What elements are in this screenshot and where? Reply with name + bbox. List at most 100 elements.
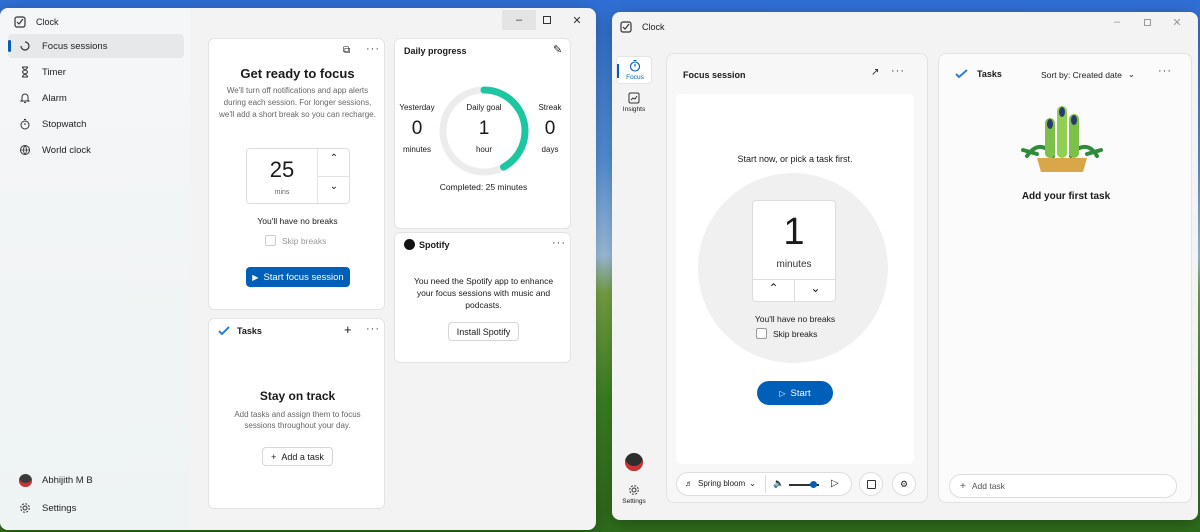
goal-value: 1 (478, 118, 490, 139)
close-icon: ✕ (1172, 16, 1182, 29)
account-button[interactable]: Abhijith M B (8, 468, 184, 492)
daily-progress-card: Daily progress ✎ Yesterday 0 minutes Dai… (394, 38, 571, 229)
window-title: Clock (642, 22, 665, 32)
close-button[interactable]: ✕ (560, 10, 594, 30)
more-options-icon[interactable]: ··· (552, 237, 566, 249)
play-icon: ▷ (779, 388, 786, 398)
gear-icon (18, 501, 32, 515)
spotify-icon (404, 239, 415, 250)
sliders-icon: ⚙ (899, 478, 909, 489)
goal-unit: hour (475, 145, 492, 154)
minimize-icon: – (1113, 16, 1121, 28)
start-button[interactable]: ▷ Start (757, 381, 833, 405)
streak-unit: days (541, 145, 559, 154)
sidebar-item-world-clock[interactable]: World clock (8, 138, 184, 162)
sidebar-item-focus-sessions[interactable]: Focus sessions (8, 34, 184, 58)
nav-label: Focus sessions (42, 40, 108, 52)
rail-item-insights[interactable]: Insights (616, 89, 652, 117)
increase-button[interactable]: ⌃ (318, 153, 350, 164)
more-options-icon[interactable]: ··· (1158, 65, 1172, 77)
focus-session-panel: Focus session ↗ ··· Start now, or pick a… (666, 53, 928, 503)
settings-button[interactable]: ⚙ (892, 472, 916, 496)
plus-icon: + (960, 480, 966, 492)
checkbox[interactable] (265, 235, 276, 246)
maximize-button[interactable] (530, 10, 564, 30)
sidebar-item-timer[interactable]: Timer (8, 60, 184, 84)
add-icon[interactable]: + (344, 322, 352, 337)
tasks-message: Add tasks and assign them to focus sessi… (234, 410, 361, 430)
title-bar: Clock (14, 16, 59, 28)
image-button[interactable] (859, 472, 883, 496)
sidebar-item-stopwatch[interactable]: Stopwatch (8, 112, 184, 136)
music-note-icon: ♬ (685, 479, 693, 488)
volume-thumb[interactable] (810, 481, 817, 488)
rail-label: Focus (626, 74, 644, 81)
nav-label: World clock (42, 144, 91, 156)
tasks-header: Tasks (955, 69, 1002, 79)
add-task-button[interactable]: + Add a task (262, 447, 333, 466)
rail-item-focus[interactable]: Focus (616, 56, 652, 84)
tasks-card: Tasks + ··· Stay on track Add tasks and … (208, 318, 385, 509)
yesterday-unit: minutes (402, 145, 431, 154)
rail-item-settings[interactable]: Settings (616, 483, 652, 511)
popout-icon[interactable]: ↗ (871, 67, 879, 78)
skip-breaks-label: Skip breaks (282, 235, 327, 246)
more-options-icon[interactable]: ··· (366, 323, 380, 335)
nav-label: Stopwatch (42, 118, 87, 130)
maximize-button[interactable] (1130, 12, 1164, 32)
edit-icon[interactable]: ✎ (553, 43, 562, 56)
minutes-stepper[interactable]: 25 mins ⌃ ⌄ (246, 148, 350, 204)
bell-icon (18, 91, 32, 105)
settings-button[interactable]: Settings (8, 496, 184, 520)
focus-description: We'll turn off notifications and app ale… (219, 86, 376, 119)
sort-dropdown[interactable]: Sort by: Created date ⌄ (1041, 69, 1135, 80)
rail-label: Settings (622, 498, 646, 505)
progress-title: Daily progress (404, 46, 467, 56)
skip-breaks-checkbox[interactable]: Skip breaks (756, 328, 817, 339)
settings-label: Settings (42, 502, 77, 514)
sidebar: Clock Focus sessions Timer Alarm Stopwat… (0, 8, 190, 530)
window-title: Clock (36, 17, 59, 27)
minimize-button[interactable]: – (1100, 12, 1134, 32)
avatar[interactable] (625, 453, 643, 471)
more-options-icon[interactable]: ··· (366, 43, 380, 55)
maximize-icon (543, 16, 551, 24)
start-focus-session-button[interactable]: ▶ Start focus session (246, 267, 350, 287)
nav-label: Alarm (42, 92, 67, 104)
focus-setup-card: ⧉ ··· Get ready to focus We'll turn off … (208, 38, 385, 310)
chevron-up-icon: ⌃ (329, 153, 339, 164)
yesterday-value: 0 (411, 118, 423, 139)
streak-label: Streak (538, 103, 562, 112)
todo-icon (955, 69, 968, 79)
maximize-icon (1143, 18, 1151, 26)
focus-prompt: Start now, or pick a task first. (737, 154, 853, 164)
more-options-icon[interactable]: ··· (891, 65, 905, 77)
close-button[interactable]: ✕ (1160, 12, 1194, 32)
minutes-unit: minutes (776, 259, 812, 270)
decrease-button[interactable]: ⌄ (795, 281, 836, 295)
sidebar-item-alarm[interactable]: Alarm (8, 86, 184, 110)
sound-selector[interactable]: ♬ Spring bloom ⌄ (685, 479, 756, 488)
play-icon[interactable]: ▷ (831, 478, 839, 489)
minutes-value: 25 (269, 157, 295, 182)
checkbox[interactable] (756, 328, 767, 339)
minutes-stepper[interactable]: 1 minutes ⌃ ⌄ (752, 200, 836, 302)
decrease-button[interactable]: ⌄ (318, 181, 350, 192)
sound-label: Spring bloom (698, 479, 746, 488)
increase-button[interactable]: ⌃ (753, 281, 794, 295)
popout-icon[interactable]: ⧉ (343, 45, 350, 56)
minutes-unit: mins (274, 189, 290, 196)
volume-icon[interactable]: 🔈 (773, 478, 784, 489)
skip-breaks-label: Skip breaks (773, 328, 818, 339)
image-icon (866, 479, 876, 489)
focus-icon (18, 39, 32, 53)
tasks-heading: Stay on track (259, 389, 336, 403)
title-bar: Clock (620, 21, 665, 33)
install-spotify-button[interactable]: Install Spotify (448, 322, 519, 341)
skip-breaks-checkbox[interactable]: Skip breaks (265, 235, 326, 246)
add-task-input[interactable]: + Add task (949, 474, 1177, 498)
focus-body: Start now, or pick a task first. 1 minut… (676, 94, 914, 464)
spotify-message: You need the Spotify app to enhance your… (413, 276, 554, 310)
bamboo-illustration (1021, 106, 1103, 172)
stopwatch-icon (18, 117, 32, 131)
